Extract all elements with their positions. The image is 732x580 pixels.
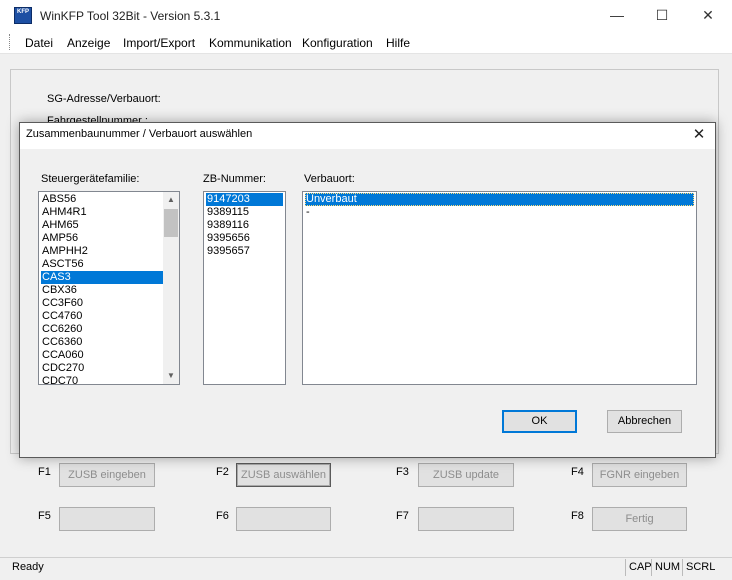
list-item[interactable]: ASCT56 bbox=[41, 258, 163, 271]
list-item[interactable]: CC6360 bbox=[41, 336, 163, 349]
list-item[interactable]: ABS56 bbox=[41, 193, 163, 206]
f7-button[interactable] bbox=[418, 507, 514, 531]
maximize-button[interactable]: ☐ bbox=[639, 0, 685, 31]
f4-key-label: F4 bbox=[571, 466, 584, 478]
list-item[interactable]: 9389115 bbox=[206, 206, 283, 219]
list-item[interactable]: AHM4R1 bbox=[41, 206, 163, 219]
list-item[interactable]: AHM65 bbox=[41, 219, 163, 232]
list-item[interactable]: CBX36 bbox=[41, 284, 163, 297]
menu-kommunikation[interactable]: Kommunikation bbox=[209, 36, 292, 50]
f4-button[interactable]: FGNR eingeben bbox=[592, 463, 687, 487]
list-item[interactable]: 9389116 bbox=[206, 219, 283, 232]
minimize-button[interactable]: — bbox=[594, 0, 640, 31]
list-item[interactable]: CC3F60 bbox=[41, 297, 163, 310]
scrl-indicator: SCRL bbox=[682, 559, 718, 576]
list-item[interactable]: CCA060 bbox=[41, 349, 163, 362]
zb-number-label: ZB-Nummer: bbox=[203, 173, 266, 185]
app-icon[interactable]: KFP bbox=[14, 7, 32, 24]
f2-key-label: F2 bbox=[216, 466, 229, 478]
list-item[interactable]: 9395657 bbox=[206, 245, 283, 258]
f2-button[interactable]: ZUSB auswählen bbox=[236, 463, 331, 487]
dialog-close-button[interactable]: ✕ bbox=[688, 125, 710, 145]
f8-key-label: F8 bbox=[571, 510, 584, 522]
menu-import-export[interactable]: Import/Export bbox=[123, 36, 195, 50]
menu-datei[interactable]: Datei bbox=[25, 36, 53, 50]
list-item[interactable]: AMP56 bbox=[41, 232, 163, 245]
list-item[interactable]: 9395656 bbox=[206, 232, 283, 245]
close-button[interactable]: ✕ bbox=[685, 0, 731, 31]
f3-key-label: F3 bbox=[396, 466, 409, 478]
dialog-title: Zusammenbaunummer / Verbauort auswählen bbox=[26, 128, 253, 140]
scroll-down-icon[interactable]: ▼ bbox=[163, 368, 179, 384]
list-item[interactable]: Unverbaut bbox=[305, 193, 694, 206]
family-label: Steuergerätefamilie: bbox=[41, 173, 140, 185]
scroll-up-icon[interactable]: ▲ bbox=[163, 192, 179, 208]
menu-konfiguration[interactable]: Konfiguration bbox=[302, 36, 373, 50]
f5-button[interactable] bbox=[59, 507, 155, 531]
list-item[interactable]: CC4760 bbox=[41, 310, 163, 323]
f8-button[interactable]: Fertig bbox=[592, 507, 687, 531]
list-item[interactable]: CC6260 bbox=[41, 323, 163, 336]
f3-button[interactable]: ZUSB update bbox=[418, 463, 514, 487]
list-item[interactable]: 9147203 bbox=[206, 193, 283, 206]
num-indicator: NUM bbox=[651, 559, 683, 576]
status-text: Ready bbox=[12, 561, 44, 573]
menu-hilfe[interactable]: Hilfe bbox=[386, 36, 410, 50]
list-item[interactable]: CDC270 bbox=[41, 362, 163, 375]
f1-button[interactable]: ZUSB eingeben bbox=[59, 463, 155, 487]
ok-button[interactable]: OK bbox=[502, 410, 577, 433]
verbauort-listbox[interactable]: Unverbaut - bbox=[302, 191, 697, 385]
zb-number-listbox[interactable]: 9147203 9389115 9389116 9395656 9395657 bbox=[203, 191, 286, 385]
f1-key-label: F1 bbox=[38, 466, 51, 478]
list-item[interactable]: AMPHH2 bbox=[41, 245, 163, 258]
menu-grip bbox=[9, 34, 13, 50]
sg-address-label: SG-Adresse/Verbauort: bbox=[47, 93, 161, 105]
menu-anzeige[interactable]: Anzeige bbox=[67, 36, 110, 50]
scroll-thumb[interactable] bbox=[164, 209, 178, 237]
status-bar bbox=[0, 557, 732, 580]
f6-button[interactable] bbox=[236, 507, 331, 531]
list-item[interactable]: CDC70 bbox=[41, 375, 163, 384]
window-title: WinKFP Tool 32Bit - Version 5.3.1 bbox=[40, 9, 221, 23]
verbauort-label: Verbauort: bbox=[304, 173, 355, 185]
list-item[interactable]: CAS3 bbox=[41, 271, 163, 284]
cancel-button[interactable]: Abbrechen bbox=[607, 410, 682, 433]
f5-key-label: F5 bbox=[38, 510, 51, 522]
f7-key-label: F7 bbox=[396, 510, 409, 522]
f6-key-label: F6 bbox=[216, 510, 229, 522]
family-listbox[interactable]: ABS56 AHM4R1 AHM65 AMP56 AMPHH2 ASCT56 CAS3 CBX… bbox=[38, 191, 180, 385]
list-item[interactable]: - bbox=[305, 206, 694, 219]
